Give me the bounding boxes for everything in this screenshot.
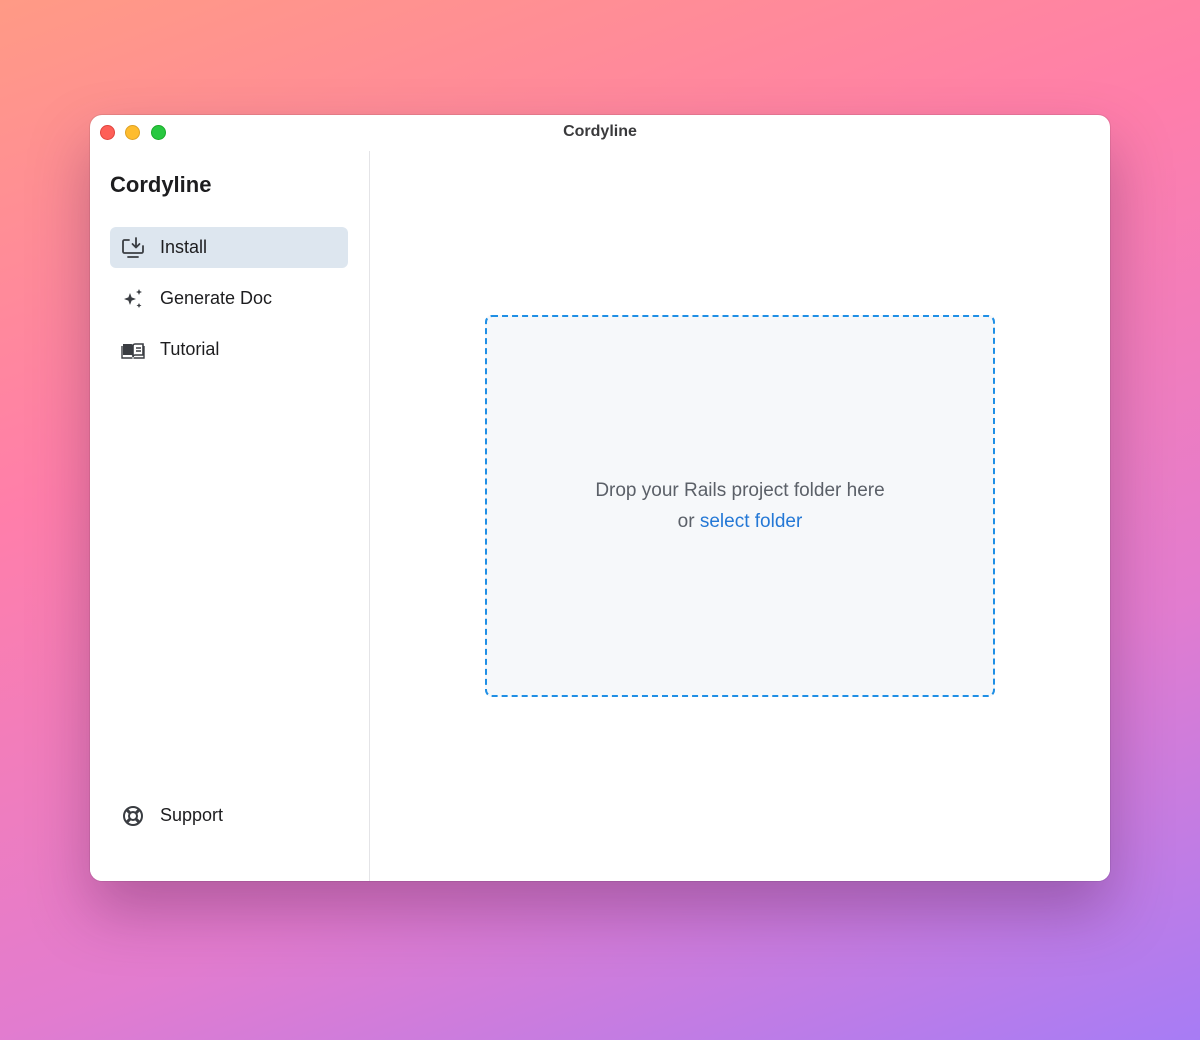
app-window: Cordyline Cordyline Install Generate Doc… [90, 115, 1110, 881]
sidebar-item-label: Tutorial [160, 339, 220, 359]
sidebar-item-label: Support [160, 805, 224, 825]
app-name-heading: Cordyline [110, 172, 212, 197]
dropzone-or-text: or [677, 511, 695, 532]
sidebar-item-label: Install [160, 237, 208, 257]
select-folder-link[interactable]: select folder [700, 511, 802, 532]
book-icon [120, 337, 146, 363]
sidebar-item-generate-doc[interactable]: Generate Doc [110, 278, 348, 319]
folder-dropzone[interactable]: Drop your Rails project folder here or s… [485, 315, 995, 697]
sparkles-icon [120, 286, 146, 312]
sidebar-item-install[interactable]: Install [110, 227, 348, 268]
title-bar[interactable]: Cordyline [90, 115, 1110, 151]
sidebar-item-tutorial[interactable]: Tutorial [110, 329, 348, 370]
dropzone-instruction: Drop your Rails project folder here [595, 480, 885, 501]
sidebar: Cordyline Install Generate Doc Tutorial … [90, 151, 370, 881]
main-content: Drop your Rails project folder here or s… [370, 151, 1110, 881]
dropzone-secondary-line: or select folder [678, 506, 803, 537]
sidebar-item-label: Generate Doc [160, 288, 273, 308]
window-title: Cordyline [563, 123, 637, 140]
install-icon [120, 235, 146, 261]
lifebuoy-icon [120, 803, 146, 829]
sidebar-item-support[interactable]: Support [110, 795, 348, 836]
